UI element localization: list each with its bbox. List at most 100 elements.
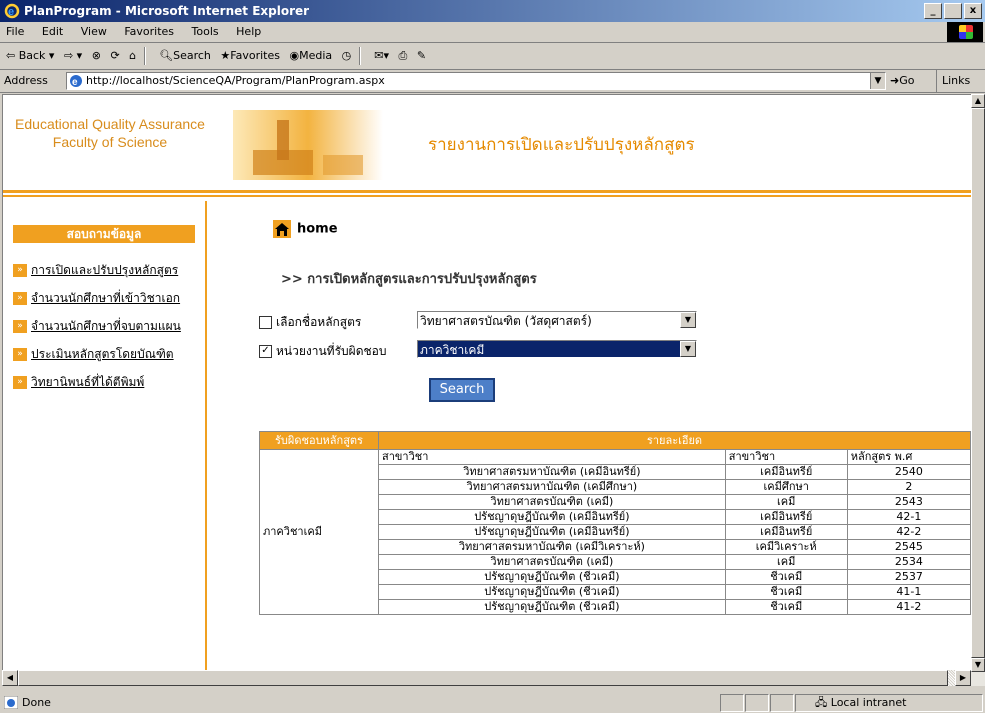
mail-icon[interactable]: ✉▾ bbox=[374, 43, 389, 69]
scroll-left-icon[interactable]: ◀ bbox=[2, 670, 18, 686]
unit-filter-label: หน่วยงานที่รับผิดชอบ bbox=[276, 344, 387, 358]
horizontal-scrollbar[interactable]: ◀ ▶ bbox=[2, 670, 971, 686]
media-toolbar-button[interactable]: ◉Media bbox=[289, 43, 332, 69]
year-cell: 2534 bbox=[846, 554, 971, 570]
menu-file[interactable]: File bbox=[6, 25, 24, 38]
home-toolbar-icon[interactable]: ⌂ bbox=[129, 43, 136, 69]
menu-tools[interactable]: Tools bbox=[192, 25, 219, 38]
column-header-program: สาขาวิชา bbox=[378, 449, 726, 465]
maximize-button[interactable] bbox=[944, 3, 962, 19]
brand-line2: Faculty of Science bbox=[52, 134, 168, 150]
scroll-right-icon[interactable]: ▶ bbox=[955, 670, 971, 686]
program-cell: วิทยาศาสตรมหาบัณฑิต (เคมีวิเคราะห์) bbox=[378, 539, 726, 555]
edit-icon[interactable]: ✎ bbox=[417, 43, 426, 69]
home-link[interactable]: home bbox=[273, 220, 338, 238]
history-icon[interactable]: ◷ bbox=[342, 43, 352, 69]
address-dropdown-icon[interactable]: ▼ bbox=[870, 73, 885, 89]
status-panel bbox=[720, 694, 744, 712]
page-icon: e bbox=[70, 75, 82, 88]
sidebar-item-label: จำนวนนักศึกษาที่เข้าวิชาเอก bbox=[31, 291, 181, 305]
scroll-down-icon[interactable]: ▼ bbox=[971, 658, 985, 672]
search-button[interactable]: Search bbox=[429, 378, 495, 402]
results-table: รับผิดชอบหลักสูตร รายละเอียด ภาควิชาเคมี… bbox=[259, 431, 971, 615]
favorites-toolbar-button[interactable]: ★Favorites bbox=[220, 43, 280, 69]
year-cell: 2537 bbox=[846, 569, 971, 585]
sidebar-item-students-graduated[interactable]: » จำนวนนักศึกษาที่จบตามแผน bbox=[13, 317, 181, 336]
print-icon[interactable]: ⎙ bbox=[399, 43, 408, 69]
sidebar-item-graduate-evaluation[interactable]: » ประเมินหลักสูตรโดยบัณฑิต bbox=[13, 345, 174, 364]
divider bbox=[3, 190, 971, 193]
forward-button[interactable]: ⇨ ▾ bbox=[64, 43, 82, 69]
menu-help[interactable]: Help bbox=[236, 25, 261, 38]
divider bbox=[3, 195, 971, 197]
back-button[interactable]: ⇦ Back ▾ bbox=[6, 43, 54, 69]
address-url: http://localhost/ScienceQA/Program/PlanP… bbox=[86, 74, 385, 87]
program-cell: ปรัชญาดุษฎีบัณฑิต (ชีวเคมี) bbox=[378, 584, 726, 600]
column-header-major: สาขาวิชา bbox=[724, 449, 848, 465]
ie-logo-icon: e bbox=[4, 3, 20, 19]
refresh-icon[interactable]: ⟳ bbox=[110, 43, 119, 69]
svg-text:e: e bbox=[8, 6, 14, 18]
sidebar-item-open-program[interactable]: » การเปิดและปรับปรุงหลักสูตร bbox=[13, 261, 178, 280]
status-panel bbox=[745, 694, 769, 712]
window-title: PlanProgram - Microsoft Internet Explore… bbox=[24, 4, 310, 18]
address-label: Address bbox=[4, 74, 48, 87]
brand-line1: Educational Quality Assurance bbox=[15, 116, 205, 132]
sidebar-item-thesis[interactable]: » วิทยานิพนธ์ที่ได้ตีพิมพ์ bbox=[13, 373, 144, 392]
window-titlebar: e PlanProgram - Microsoft Internet Explo… bbox=[0, 0, 985, 22]
unit-select[interactable]: ภาควิชาเคมี ▼ bbox=[417, 340, 697, 358]
menu-favorites[interactable]: Favorites bbox=[124, 25, 174, 38]
menu-edit[interactable]: Edit bbox=[42, 25, 63, 38]
banner-image bbox=[233, 110, 383, 180]
chevron-down-icon[interactable]: ▼ bbox=[680, 341, 696, 357]
program-cell: วิทยาศาสตรบัณฑิต (เคมี) bbox=[378, 554, 726, 570]
stop-icon[interactable]: ⊗ bbox=[92, 43, 101, 69]
year-cell: 42-1 bbox=[846, 509, 971, 525]
year-cell: 41-2 bbox=[846, 599, 971, 615]
bullet-icon: » bbox=[13, 376, 27, 389]
year-cell: 42-2 bbox=[846, 524, 971, 540]
program-cell: วิทยาศาสตรบัณฑิต (เคมี) bbox=[378, 494, 726, 510]
search-toolbar-button[interactable]: 🔍︎Search bbox=[159, 43, 211, 69]
home-label: home bbox=[297, 221, 338, 237]
bullet-icon: » bbox=[13, 292, 27, 305]
page-banner-title: รายงานการเปิดและปรับปรุงหลักสูตร bbox=[428, 135, 695, 155]
unit-checkbox[interactable]: ✓ bbox=[259, 345, 272, 358]
column-header-details: รายละเอียด bbox=[378, 431, 971, 450]
unit-select-value: ภาควิชาเคมี bbox=[420, 343, 485, 357]
toolbar: ⇦ Back ▾ ⇨ ▾ ⊗ ⟳ ⌂ 🔍︎Search ★Favorites ◉… bbox=[0, 43, 985, 70]
major-cell: ชีวเคมี bbox=[724, 584, 848, 600]
toolbar-separator bbox=[143, 47, 146, 65]
scroll-thumb[interactable] bbox=[18, 670, 948, 686]
close-button[interactable]: x bbox=[964, 3, 982, 19]
year-cell: 41-1 bbox=[846, 584, 971, 600]
major-cell: เคมีอินทรีย์ bbox=[724, 464, 848, 480]
brand: Educational Quality Assurance Faculty of… bbox=[15, 115, 205, 151]
search-toolbar-label: Search bbox=[173, 49, 211, 62]
major-cell: ชีวเคมี bbox=[724, 599, 848, 615]
address-input[interactable]: e http://localhost/ScienceQA/Program/Plan… bbox=[66, 72, 886, 90]
major-cell: เคมีวิเคราะห์ bbox=[724, 539, 848, 555]
menu-bar: File Edit View Favorites Tools Help bbox=[0, 22, 985, 43]
vertical-scrollbar[interactable]: ▲ ▼ bbox=[971, 94, 985, 686]
windows-logo-icon bbox=[947, 22, 983, 42]
program-cell: ปรัชญาดุษฎีบัณฑิต (เคมีอินทรีย์) bbox=[378, 509, 726, 525]
scroll-up-icon[interactable]: ▲ bbox=[971, 94, 985, 108]
go-button[interactable]: ➜Go bbox=[890, 70, 914, 92]
bullet-icon: » bbox=[13, 264, 27, 277]
program-select[interactable]: วิทยาศาสตรบัณฑิต (วัสดุศาสตร์) ▼ bbox=[417, 311, 697, 329]
program-checkbox[interactable] bbox=[259, 316, 272, 329]
major-cell: เคมีศึกษา bbox=[724, 479, 848, 495]
links-button[interactable]: Links bbox=[936, 70, 970, 92]
menu-view[interactable]: View bbox=[81, 25, 107, 38]
sidebar-item-students-major[interactable]: » จำนวนนักศึกษาที่เข้าวิชาเอก bbox=[13, 289, 180, 308]
chevron-down-icon[interactable]: ▼ bbox=[680, 312, 696, 328]
minimize-button[interactable]: _ bbox=[924, 3, 942, 19]
favorites-toolbar-label: Favorites bbox=[230, 49, 280, 62]
program-cell: ปรัชญาดุษฎีบัณฑิต (ชีวเคมี) bbox=[378, 599, 726, 615]
program-cell: วิทยาศาสตรมหาบัณฑิต (เคมีศึกษา) bbox=[378, 479, 726, 495]
program-cell: ปรัชญาดุษฎีบัณฑิต (ชีวเคมี) bbox=[378, 569, 726, 585]
program-cell: วิทยาศาสตรมหาบัณฑิต (เคมีอินทรีย์) bbox=[378, 464, 726, 480]
scroll-thumb[interactable] bbox=[971, 108, 985, 658]
year-cell: 2545 bbox=[846, 539, 971, 555]
